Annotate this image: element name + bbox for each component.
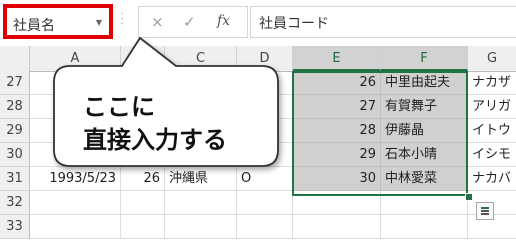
callout-bubble xyxy=(53,36,279,167)
callout-text: ここに 直接入力する xyxy=(83,91,227,157)
callout-line-1: ここに xyxy=(83,93,155,121)
callout-line-2: 直接入力する xyxy=(83,126,227,154)
